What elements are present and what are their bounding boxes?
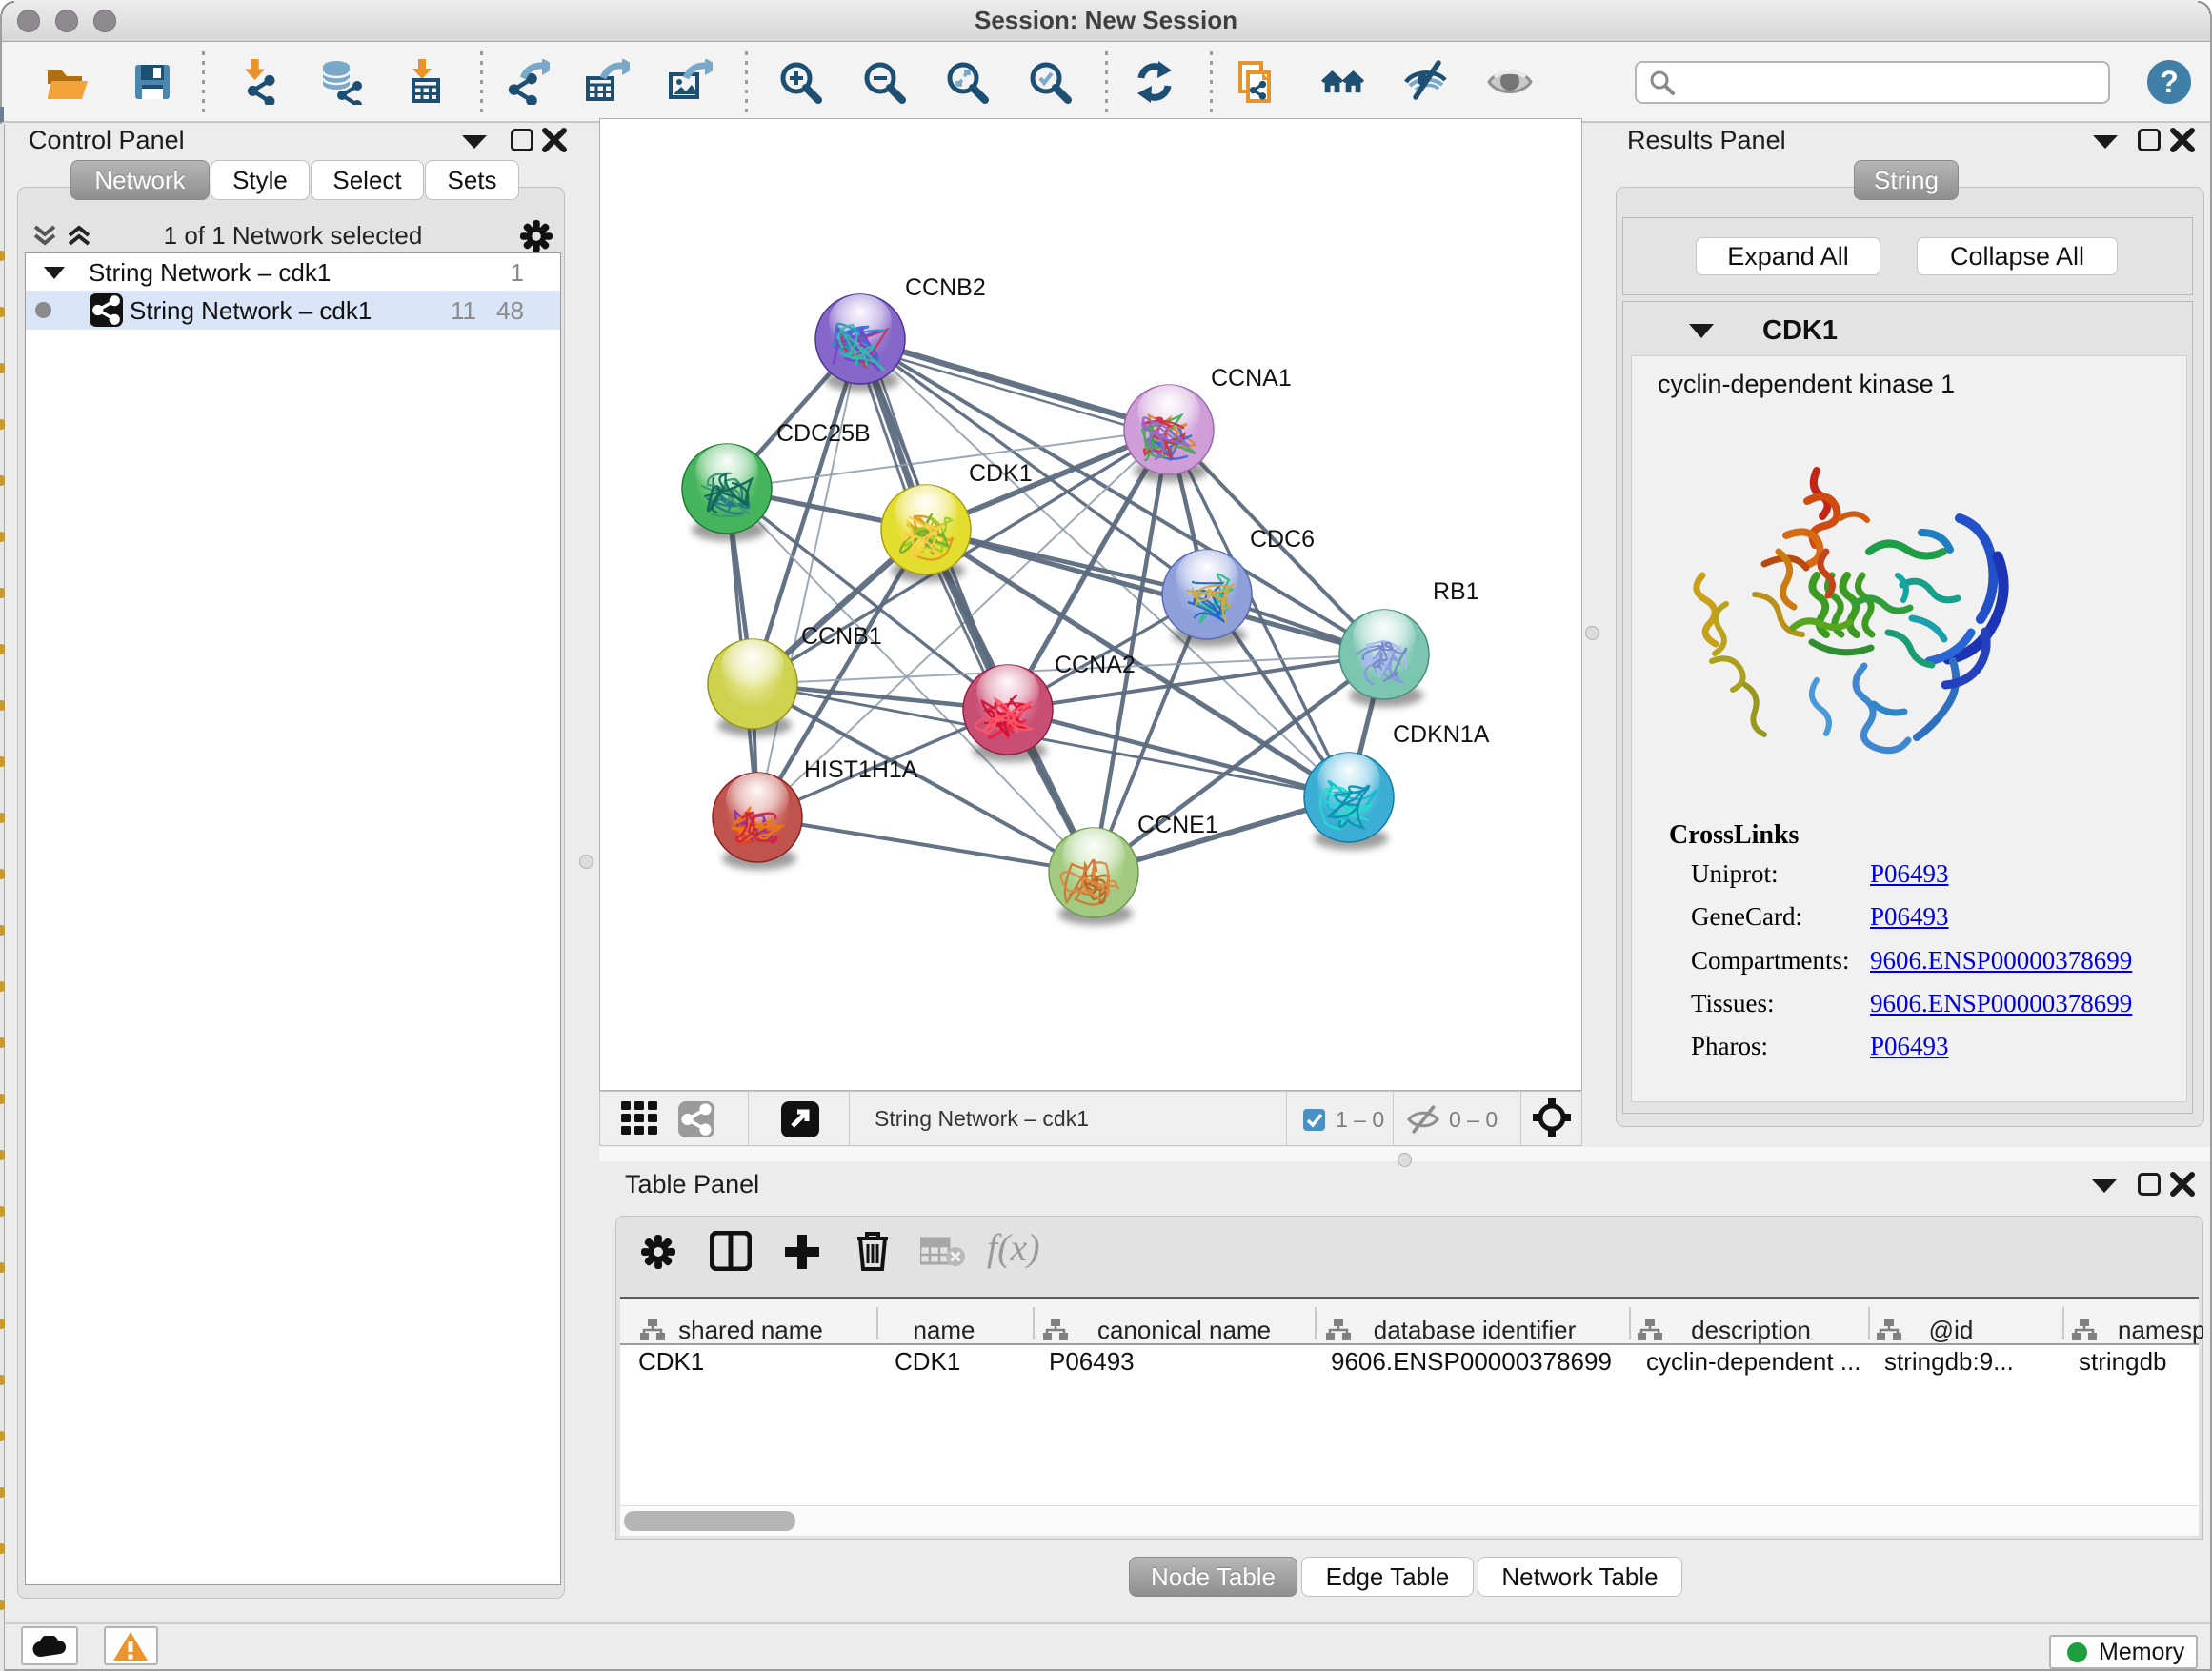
svg-text:CDKN1A: CDKN1A	[1393, 721, 1490, 748]
svg-text:HIST1H1A: HIST1H1A	[804, 756, 918, 783]
svg-text:CCNA1: CCNA1	[1211, 365, 1292, 392]
svg-text:CDC25B: CDC25B	[776, 420, 871, 447]
svg-text:CCNB1: CCNB1	[801, 623, 882, 650]
svg-text:CDK1: CDK1	[969, 460, 1033, 487]
svg-text:CCNA2: CCNA2	[1055, 652, 1136, 678]
svg-text:CCNB2: CCNB2	[905, 274, 986, 301]
svg-text:CDC6: CDC6	[1250, 526, 1315, 553]
svg-text:RB1: RB1	[1433, 578, 1479, 605]
svg-text:CCNE1: CCNE1	[1137, 812, 1218, 838]
